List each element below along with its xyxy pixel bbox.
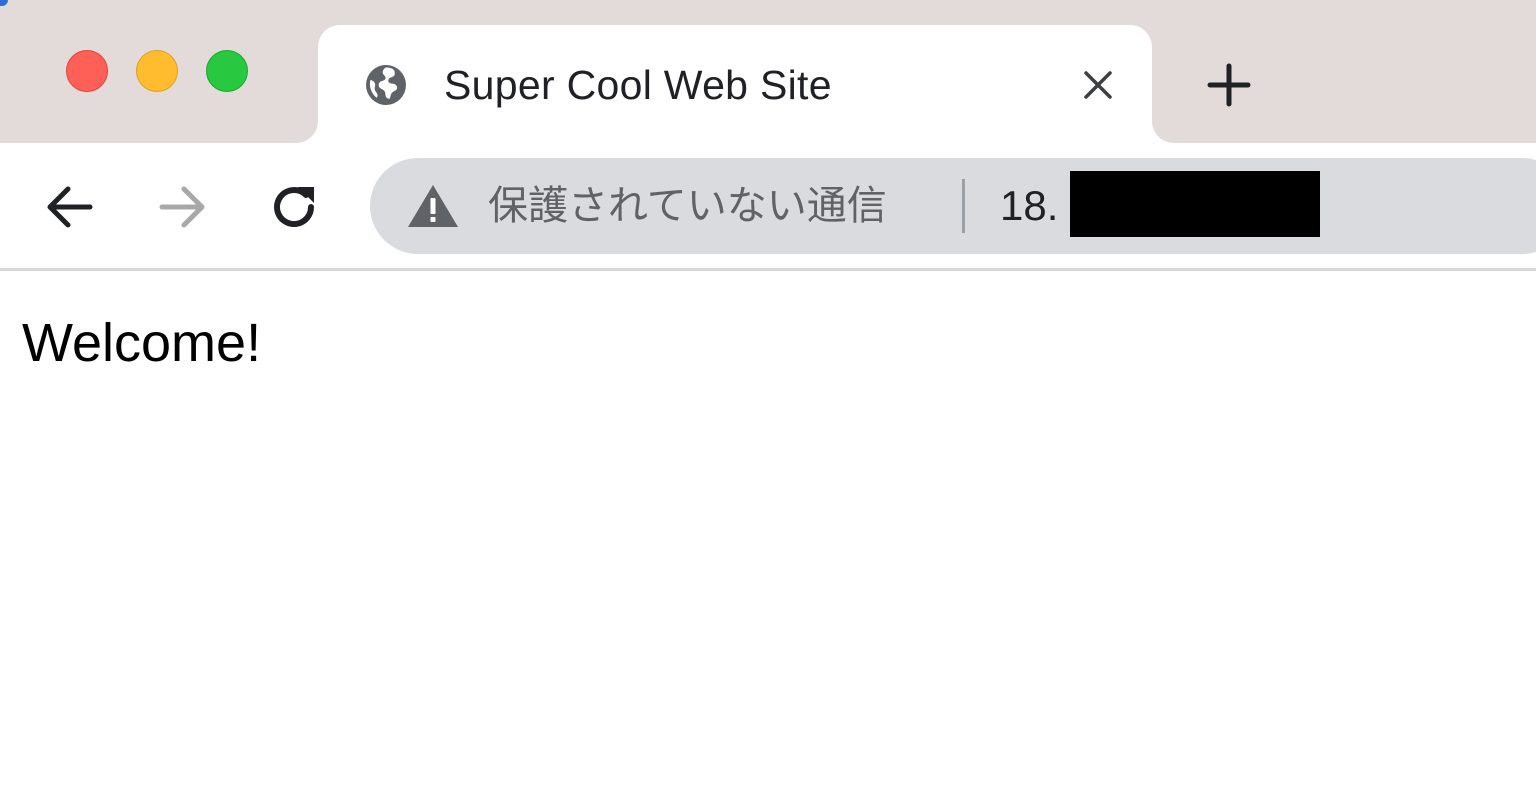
tab-strip: Super Cool Web Site: [0, 0, 1536, 143]
plus-icon[interactable]: [1202, 58, 1256, 112]
security-status-label[interactable]: 保護されていない通信: [488, 182, 887, 230]
warning-icon[interactable]: [406, 182, 460, 230]
arrow-left-icon[interactable]: [40, 177, 100, 237]
arrow-right-icon[interactable]: [152, 177, 212, 237]
reload-icon[interactable]: [264, 177, 324, 237]
redaction-block: [1070, 171, 1320, 237]
globe-icon: [362, 61, 410, 109]
tab-title: Super Cool Web Site: [444, 62, 832, 108]
address-bar[interactable]: 保護されていない通信 18.: [370, 158, 1536, 254]
active-tab[interactable]: Super Cool Web Site: [318, 25, 1152, 143]
corner-accent: [0, 0, 8, 6]
window-minimize-button[interactable]: [136, 50, 178, 92]
close-icon[interactable]: [1078, 65, 1118, 105]
window-maximize-button[interactable]: [206, 50, 248, 92]
page-content: Welcome!: [0, 271, 1536, 790]
welcome-text: Welcome!: [22, 313, 262, 373]
address-bar-divider: [962, 179, 965, 233]
window-close-button[interactable]: [66, 50, 108, 92]
browser-window: Super Cool Web Site 保護されていない通信 18. Welco…: [0, 0, 1536, 790]
url-text[interactable]: 18.: [1000, 182, 1058, 230]
